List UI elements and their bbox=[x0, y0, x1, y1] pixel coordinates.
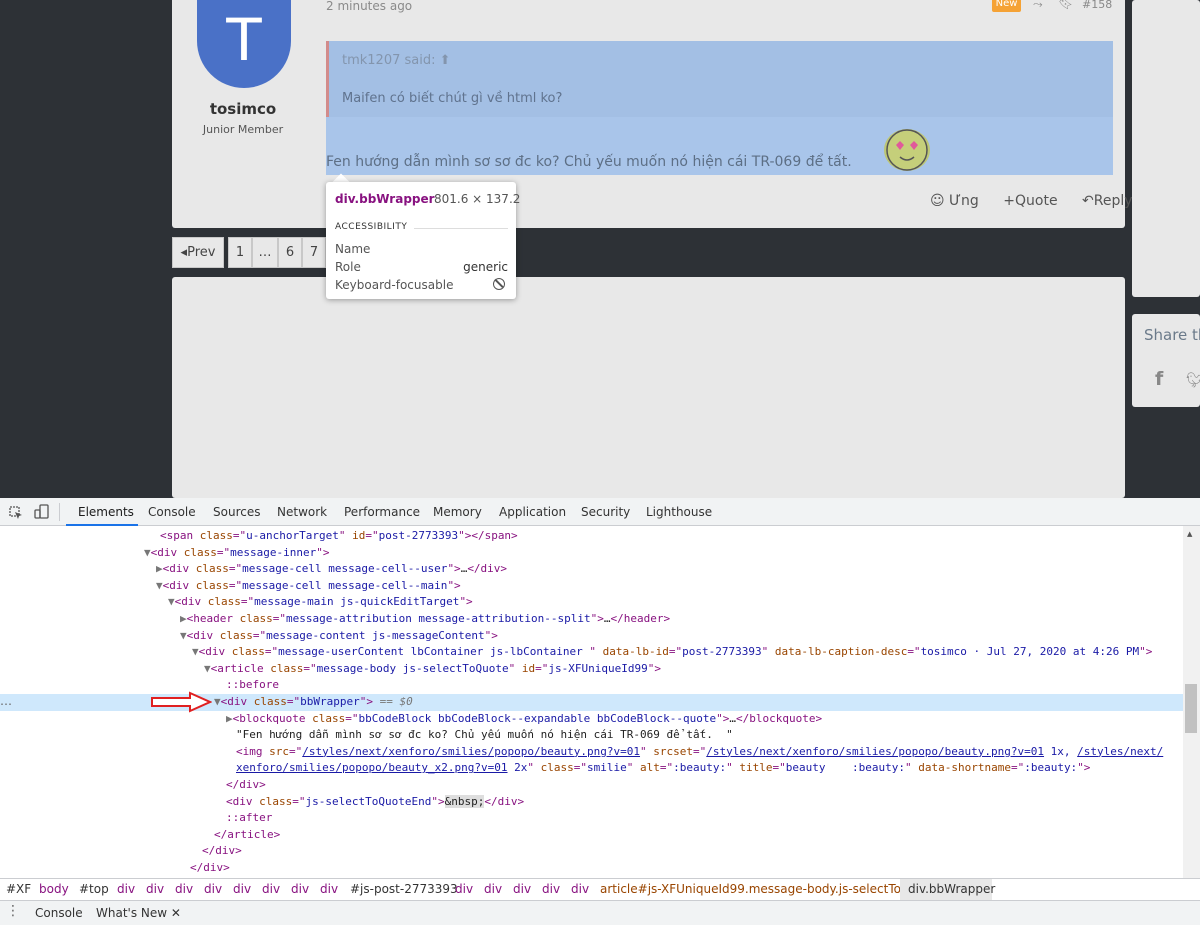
tooltip-element-name: div.bbWrapper bbox=[335, 192, 435, 206]
tooltip-row-name: Name bbox=[335, 242, 371, 256]
dom-node[interactable]: ▼<article class="message-body js-selectT… bbox=[0, 661, 1183, 678]
pagination: ◂Prev 1 … 6 7 bbox=[172, 237, 326, 268]
toolbar-separator bbox=[59, 503, 60, 521]
devtools-drawer: ⋮ Console What's New ✕ bbox=[0, 900, 1200, 925]
tab-application[interactable]: Application bbox=[499, 498, 566, 526]
dom-node[interactable]: ▶<div class="message-cell message-cell--… bbox=[0, 561, 1183, 578]
selected-node-marker: == $0 bbox=[379, 695, 413, 708]
breadcrumb-item[interactable]: div bbox=[175, 879, 193, 900]
dom-node[interactable]: </article> bbox=[0, 827, 1183, 844]
breadcrumb-item[interactable]: div bbox=[204, 879, 222, 900]
page-link[interactable]: 7 bbox=[302, 237, 326, 268]
tab-memory[interactable]: Memory bbox=[433, 498, 482, 526]
dom-node[interactable]: </div> bbox=[0, 777, 1183, 794]
dom-node[interactable]: ▼<div class="message-main js-quickEditTa… bbox=[0, 594, 1183, 611]
next-post-container bbox=[172, 277, 1125, 498]
quote-button[interactable]: +Quote bbox=[1003, 193, 1067, 209]
dom-node[interactable]: <img src="/styles/next/xenforo/smilies/p… bbox=[0, 744, 1183, 761]
tooltip-divider bbox=[414, 228, 508, 229]
twitter-icon[interactable]: 🐦︎ bbox=[1186, 371, 1200, 389]
dom-node[interactable]: ▼<div class="message-userContent lbConta… bbox=[0, 644, 1183, 661]
device-toolbar-icon[interactable] bbox=[34, 504, 50, 520]
prev-page-button[interactable]: ◂Prev bbox=[172, 237, 224, 268]
inspect-element-icon[interactable] bbox=[9, 505, 23, 519]
dom-node[interactable]: ▼<div class="message-content js-messageC… bbox=[0, 628, 1183, 645]
post-number-link[interactable]: #158 bbox=[1082, 0, 1112, 11]
breadcrumb-item[interactable]: div bbox=[117, 879, 135, 900]
red-arrow-annotation bbox=[150, 691, 213, 713]
dom-node[interactable]: ▼<div class="message-inner"> bbox=[0, 545, 1183, 562]
page-ellipsis[interactable]: … bbox=[252, 237, 278, 268]
breadcrumb-item[interactable]: div bbox=[455, 879, 473, 900]
dom-node[interactable]: </div> bbox=[0, 843, 1183, 860]
breadcrumb-item[interactable]: div bbox=[513, 879, 531, 900]
dom-node[interactable]: ::after bbox=[0, 810, 1183, 827]
dom-node[interactable]: <div class="js-selectToQuoteEnd">&nbsp;<… bbox=[0, 794, 1183, 811]
tab-elements[interactable]: Elements bbox=[78, 498, 134, 526]
tab-console[interactable]: Console bbox=[148, 498, 196, 526]
breadcrumb-item[interactable]: div bbox=[484, 879, 502, 900]
beauty-smilie-icon bbox=[884, 129, 930, 171]
breadcrumb-item[interactable]: article#js-XFUniqueId99.message-body.js-… bbox=[600, 879, 937, 900]
breadcrumb-item[interactable]: body bbox=[39, 879, 69, 900]
breadcrumb-item[interactable]: div bbox=[146, 879, 164, 900]
tab-lighthouse[interactable]: Lighthouse bbox=[646, 498, 712, 526]
forum-page: T tosimco Junior Member 2 minutes ago Ne… bbox=[0, 0, 1200, 498]
breadcrumb-item[interactable]: #XF bbox=[6, 879, 31, 900]
dom-node[interactable]: </div> bbox=[0, 860, 1183, 877]
post-time[interactable]: 2 minutes ago bbox=[326, 0, 412, 13]
dom-node[interactable]: <span class="u-anchorTarget" id="post-27… bbox=[0, 528, 1183, 545]
dom-node[interactable]: ▶<header class="message-attribution mess… bbox=[0, 611, 1183, 628]
post-text: Fen hướng dẫn mình sơ sơ đc ko? Chủ yếu … bbox=[326, 154, 852, 170]
sidebar-block bbox=[1132, 0, 1200, 297]
user-title: Junior Member bbox=[202, 123, 284, 136]
dom-text-node[interactable]: "Fen hướng dẫn mình sơ sơ đc ko? Chủ yếu… bbox=[0, 727, 1183, 744]
devtools-tabbar: Elements Console Sources Network Perform… bbox=[0, 498, 1200, 526]
not-focusable-icon bbox=[493, 278, 505, 290]
drawer-tab-whats-new[interactable]: What's New ✕ bbox=[96, 906, 181, 920]
arrow-up-circle-icon[interactable]: ⬆ bbox=[440, 53, 451, 68]
breadcrumb-item[interactable]: div bbox=[291, 879, 309, 900]
tab-security[interactable]: Security bbox=[581, 498, 630, 526]
facebook-icon[interactable]: f bbox=[1155, 368, 1163, 390]
breadcrumb-item[interactable]: div bbox=[320, 879, 338, 900]
quote-author[interactable]: tmk1207 said: ⬆ bbox=[342, 53, 451, 68]
tooltip-row-role: Role generic bbox=[335, 260, 508, 274]
share-title: Share th bbox=[1144, 326, 1200, 344]
dom-node[interactable]: ▶<blockquote class="bbCodeBlock bbCodeBl… bbox=[0, 711, 1183, 728]
new-badge: New bbox=[992, 0, 1021, 12]
scroll-up-arrow-icon[interactable]: ▲ bbox=[1187, 530, 1192, 538]
post-actions: ☺ Ưng +Quote ↶Reply bbox=[930, 193, 1153, 209]
active-tab-indicator bbox=[66, 524, 138, 526]
scrollbar-thumb[interactable] bbox=[1185, 684, 1197, 733]
tooltip-accessibility-heading: ACCESSIBILITY bbox=[335, 222, 408, 232]
tooltip-element-size: 801.6 × 137.2 bbox=[434, 192, 521, 206]
breadcrumb-item[interactable]: #top bbox=[79, 879, 109, 900]
breadcrumb-item[interactable]: div bbox=[571, 879, 589, 900]
tab-network[interactable]: Network bbox=[277, 498, 327, 526]
dom-node[interactable]: ▼<div class="message-cell message-cell--… bbox=[0, 578, 1183, 595]
breadcrumb: #XF body #top div div div div div div di… bbox=[0, 878, 1200, 900]
tab-performance[interactable]: Performance bbox=[344, 498, 420, 526]
dom-node[interactable]: xenforo/smilies/popopo/beauty_x2.png?v=0… bbox=[0, 760, 1183, 777]
share-icon[interactable]: ⤳ bbox=[1033, 0, 1043, 12]
close-icon[interactable]: ✕ bbox=[171, 906, 181, 920]
breadcrumb-item[interactable]: div bbox=[233, 879, 251, 900]
breadcrumb-item[interactable]: #js-post-2773393 bbox=[350, 879, 458, 900]
breadcrumb-item[interactable]: div bbox=[542, 879, 560, 900]
tab-sources[interactable]: Sources bbox=[213, 498, 260, 526]
page-link[interactable]: 6 bbox=[278, 237, 302, 268]
tooltip-row-keyboard-focusable: Keyboard-focusable bbox=[335, 278, 454, 292]
node-ellipsis-button[interactable]: … bbox=[0, 694, 12, 708]
page-link[interactable]: 1 bbox=[228, 237, 252, 268]
drawer-tab-console[interactable]: Console bbox=[35, 906, 83, 920]
drawer-menu-icon[interactable]: ⋮ bbox=[6, 904, 20, 918]
breadcrumb-item-selected[interactable]: div.bbWrapper bbox=[900, 879, 995, 900]
username-link[interactable]: tosimco bbox=[172, 100, 314, 118]
bookmark-icon[interactable]: 🔖︎ bbox=[1058, 0, 1073, 10]
ung-button[interactable]: ☺ Ưng bbox=[930, 193, 989, 209]
breadcrumb-item[interactable]: div bbox=[262, 879, 280, 900]
quote-text: Maifen có biết chút gì về html ko? bbox=[342, 91, 563, 106]
devtools-panel: Elements Console Sources Network Perform… bbox=[0, 498, 1200, 925]
